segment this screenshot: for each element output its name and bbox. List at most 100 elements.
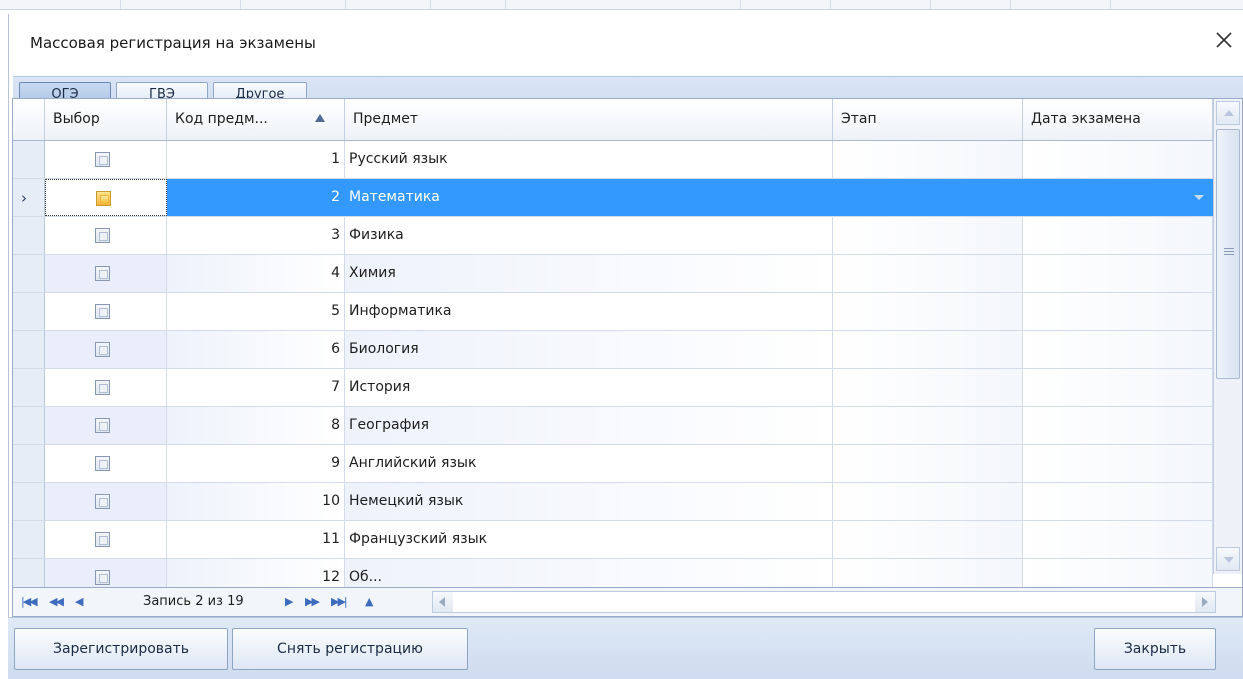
select-checkbox[interactable]	[96, 191, 111, 206]
select-cell[interactable]	[45, 141, 167, 178]
subject-code-cell[interactable]: 10	[167, 483, 345, 520]
subject-name-cell[interactable]: Биология	[345, 331, 833, 368]
scroll-down-icon[interactable]	[1216, 547, 1240, 571]
select-checkbox[interactable]	[95, 532, 110, 547]
row-indicator[interactable]	[13, 293, 45, 330]
prev-record-icon[interactable]: ◀	[75, 595, 84, 609]
stage-cell[interactable]	[833, 293, 1023, 330]
subject-name-cell[interactable]: Русский язык	[345, 141, 833, 178]
table-row[interactable]: 7 История	[13, 369, 1213, 407]
subject-code-cell[interactable]: 1	[167, 141, 345, 178]
exam-date-cell[interactable]	[1023, 521, 1213, 558]
stage-cell[interactable]	[833, 407, 1023, 444]
select-checkbox[interactable]	[95, 456, 110, 471]
column-header-select[interactable]: Выбор	[45, 99, 167, 140]
subject-name-cell[interactable]: Об...	[345, 559, 833, 587]
table-row[interactable]: 4 Химия	[13, 255, 1213, 293]
select-cell[interactable]	[45, 445, 167, 482]
stage-cell[interactable]	[833, 141, 1023, 178]
row-indicator[interactable]	[13, 141, 45, 178]
exam-date-cell[interactable]	[1023, 255, 1213, 292]
exam-date-cell[interactable]	[1023, 445, 1213, 482]
subject-code-cell[interactable]: 5	[167, 293, 345, 330]
subject-name-cell[interactable]: История	[345, 369, 833, 406]
select-cell[interactable]	[45, 407, 167, 444]
stage-cell[interactable]	[833, 331, 1023, 368]
exam-date-cell[interactable]	[1023, 369, 1213, 406]
stage-cell[interactable]	[833, 217, 1023, 254]
select-checkbox[interactable]	[95, 266, 110, 281]
scroll-thumb[interactable]	[1216, 129, 1240, 379]
column-header-subject[interactable]: Предмет	[345, 99, 833, 140]
row-indicator[interactable]	[13, 483, 45, 520]
stage-cell[interactable]	[833, 483, 1023, 520]
prev-page-icon[interactable]: ◀◀	[49, 595, 64, 609]
subject-code-cell[interactable]: 2	[167, 179, 345, 216]
subject-code-cell[interactable]: 9	[167, 445, 345, 482]
close-icon[interactable]	[1212, 28, 1236, 52]
subject-name-cell[interactable]: Французский язык	[345, 521, 833, 558]
exam-date-cell[interactable]	[1023, 217, 1213, 254]
subject-name-cell[interactable]: Математика	[345, 179, 833, 216]
last-record-icon[interactable]: ▶▶|	[331, 595, 348, 609]
select-checkbox[interactable]	[95, 418, 110, 433]
subject-name-cell[interactable]: Информатика	[345, 293, 833, 330]
table-row[interactable]: 5 Информатика	[13, 293, 1213, 331]
subject-code-cell[interactable]: 8	[167, 407, 345, 444]
subject-name-cell[interactable]: География	[345, 407, 833, 444]
horizontal-scrollbar[interactable]	[432, 591, 1216, 613]
table-row[interactable]: 9 Английский язык	[13, 445, 1213, 483]
date-dropdown-icon[interactable]	[1194, 195, 1204, 200]
exam-date-cell[interactable]	[1023, 141, 1213, 178]
unregister-button[interactable]: Снять регистрацию	[232, 628, 468, 670]
subject-name-cell[interactable]: Немецкий язык	[345, 483, 833, 520]
row-indicator[interactable]	[13, 255, 45, 292]
scroll-left-icon[interactable]	[433, 592, 453, 612]
row-indicator[interactable]	[13, 331, 45, 368]
table-row[interactable]: 3 Физика	[13, 217, 1213, 255]
select-cell[interactable]	[45, 179, 167, 216]
select-checkbox[interactable]	[95, 152, 110, 167]
subject-name-cell[interactable]: Английский язык	[345, 445, 833, 482]
column-header-exam-date[interactable]: Дата экзамена	[1023, 99, 1213, 140]
select-cell[interactable]	[45, 369, 167, 406]
subject-name-cell[interactable]: Физика	[345, 217, 833, 254]
subject-code-cell[interactable]: 7	[167, 369, 345, 406]
row-indicator[interactable]	[13, 217, 45, 254]
select-cell[interactable]	[45, 293, 167, 330]
select-cell[interactable]	[45, 255, 167, 292]
subject-code-cell[interactable]: 11	[167, 521, 345, 558]
row-indicator[interactable]	[13, 445, 45, 482]
select-checkbox[interactable]	[95, 494, 110, 509]
row-indicator[interactable]	[13, 369, 45, 406]
table-row[interactable]: 11 Французский язык	[13, 521, 1213, 559]
table-row[interactable]: 1 Русский язык	[13, 141, 1213, 179]
stage-cell[interactable]	[833, 179, 1023, 216]
select-cell[interactable]	[45, 521, 167, 558]
first-record-icon[interactable]: |◀◀	[21, 595, 38, 609]
next-record-icon[interactable]: ▶	[285, 595, 294, 609]
vertical-scrollbar[interactable]	[1213, 99, 1242, 574]
subject-name-cell[interactable]: Химия	[345, 255, 833, 292]
stage-cell[interactable]	[833, 521, 1023, 558]
select-checkbox[interactable]	[95, 570, 110, 585]
exam-date-cell[interactable]	[1023, 407, 1213, 444]
close-button[interactable]: Закрыть	[1094, 628, 1216, 670]
subject-code-cell[interactable]: 3	[167, 217, 345, 254]
stage-cell[interactable]	[833, 445, 1023, 482]
select-cell[interactable]	[45, 331, 167, 368]
stage-cell[interactable]	[833, 255, 1023, 292]
scroll-right-icon[interactable]	[1195, 592, 1215, 612]
table-row[interactable]: 6 Биология	[13, 331, 1213, 369]
exam-date-cell[interactable]	[1023, 483, 1213, 520]
column-header-stage[interactable]: Этап	[833, 99, 1023, 140]
subject-code-cell[interactable]: 12	[167, 559, 345, 587]
table-row[interactable]: 8 География	[13, 407, 1213, 445]
select-checkbox[interactable]	[95, 342, 110, 357]
exam-date-cell[interactable]	[1023, 293, 1213, 330]
row-indicator[interactable]	[13, 407, 45, 444]
subject-code-cell[interactable]: 4	[167, 255, 345, 292]
next-page-icon[interactable]: ▶▶	[305, 595, 320, 609]
select-cell[interactable]	[45, 559, 167, 587]
select-checkbox[interactable]	[95, 228, 110, 243]
